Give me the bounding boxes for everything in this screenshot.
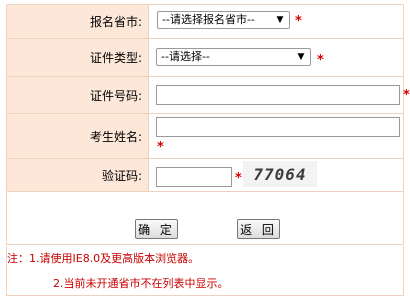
captcha-label: 验证码: — [7, 159, 149, 191]
captcha-input[interactable] — [156, 167, 232, 187]
id-number-row: 证件号码: * — [7, 76, 410, 113]
captcha-row: 验证码: * 77064 — [7, 158, 403, 191]
province-value-cell: --请选择报名省市-- ▼ * — [149, 5, 403, 38]
id-number-label: 证件号码: — [7, 77, 149, 113]
button-row: 确 定 返 回 — [7, 191, 403, 244]
exam-query-form: 报名省市: --请选择报名省市-- ▼ * 证件类型: --请选择-- ▼ * … — [6, 4, 410, 245]
id-type-row: 证件类型: --请选择-- ▼ * — [7, 38, 403, 76]
id-type-select-value: --请选择-- — [161, 50, 210, 63]
id-type-select[interactable]: --请选择-- ▼ — [156, 48, 311, 66]
required-mark: * — [235, 171, 242, 186]
province-select-value: --请选择报名省市-- — [162, 13, 255, 26]
chevron-down-icon: ▼ — [276, 15, 284, 25]
notice-line-1: 注：1.请使用IE8.0及更高版本浏览器。 — [7, 252, 200, 265]
name-value-cell: * — [149, 114, 403, 158]
province-row: 报名省市: --请选择报名省市-- ▼ * — [7, 5, 403, 38]
chevron-down-icon: ▼ — [297, 52, 305, 62]
id-number-input[interactable] — [156, 85, 400, 105]
name-input[interactable] — [156, 117, 400, 137]
required-mark: * — [317, 53, 324, 68]
back-button[interactable]: 返 回 — [237, 219, 280, 239]
name-row: 考生姓名: * — [7, 113, 403, 158]
required-mark: * — [403, 88, 410, 103]
captcha-image-text: 77064 — [253, 164, 307, 184]
captcha-image[interactable]: 77064 — [243, 161, 317, 187]
name-label: 考生姓名: — [7, 114, 149, 158]
required-mark: * — [295, 14, 302, 29]
captcha-value-cell: * 77064 — [149, 159, 403, 191]
confirm-button[interactable]: 确 定 — [135, 219, 178, 239]
province-select[interactable]: --请选择报名省市-- ▼ — [157, 11, 290, 29]
notice-box: 注：1.请使用IE8.0及更高版本浏览器。 2.当前未开通省市不在列表中显示。 — [6, 246, 404, 296]
id-type-label: 证件类型: — [7, 39, 149, 76]
id-type-value-cell: --请选择-- ▼ * — [149, 39, 403, 76]
required-mark: * — [157, 140, 164, 155]
notice-line-2: 2.当前未开通省市不在列表中显示。 — [53, 277, 229, 290]
id-number-value-cell: * — [149, 77, 410, 113]
province-label: 报名省市: — [7, 5, 149, 38]
